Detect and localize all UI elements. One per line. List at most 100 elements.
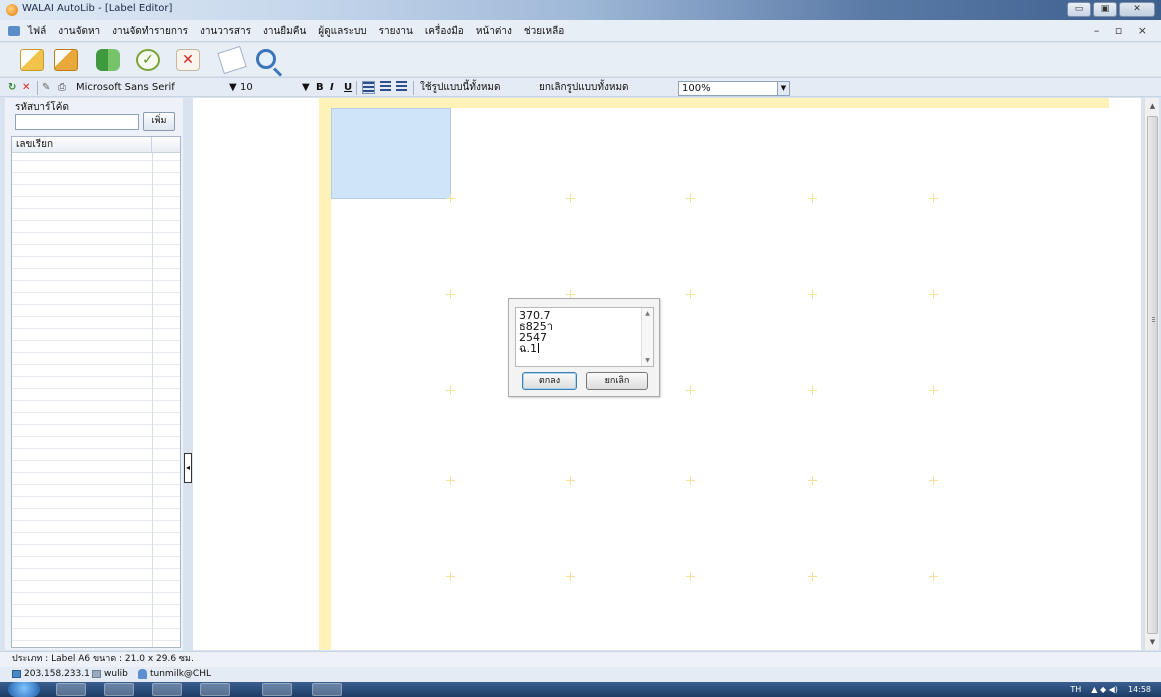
- call-number-textarea[interactable]: 370.7 ธ825า 2547 ฉ.1 ▲ ▼: [515, 307, 654, 367]
- taskbar-app-folder[interactable]: [152, 683, 182, 696]
- taskbar-app-walai[interactable]: [262, 683, 292, 696]
- call-number-line-text: ฉ.1: [519, 342, 537, 355]
- ruler-left: [319, 108, 331, 650]
- chevron-down-icon[interactable]: ▼: [777, 82, 789, 95]
- close-button[interactable]: ✕: [1119, 2, 1155, 17]
- add-button[interactable]: เพิ่ม: [143, 112, 175, 131]
- selected-label-cell[interactable]: [331, 108, 451, 199]
- grid-marker-icon: [929, 290, 938, 299]
- underline-button[interactable]: U: [344, 81, 352, 94]
- align-center-icon[interactable]: [380, 81, 391, 92]
- call-number-grid[interactable]: เลขเรียก: [11, 136, 181, 648]
- scroll-down-icon[interactable]: ▼: [1147, 636, 1158, 648]
- window-controls: ▭ ▣ ✕: [1067, 2, 1155, 17]
- tool-icon[interactable]: ✎: [42, 81, 50, 94]
- check-icon[interactable]: ✓: [136, 49, 160, 71]
- open-folder-icon[interactable]: [20, 49, 44, 71]
- left-panel: รหัสบาร์โค้ด เพิ่ม เลขเรียก: [5, 98, 183, 650]
- search-icon[interactable]: [256, 49, 276, 69]
- align-left-icon[interactable]: [362, 81, 375, 94]
- grid-marker-icon: [929, 194, 938, 203]
- app-icon: [6, 4, 18, 16]
- ruler-top: [319, 98, 1109, 108]
- cancel-button[interactable]: ยกเลิก: [586, 372, 648, 390]
- transfer-icon[interactable]: [96, 49, 120, 71]
- taskbar-app-media[interactable]: [104, 683, 134, 696]
- menu-reports[interactable]: รายงาน: [379, 24, 413, 39]
- menu-help[interactable]: ช่วยเหลือ: [524, 24, 564, 39]
- user-name: tunmilk@CHL: [150, 669, 211, 679]
- collapse-panel-handle[interactable]: ◂: [184, 453, 192, 483]
- menu-acquisition[interactable]: งานจัดหา: [58, 24, 100, 39]
- grid-marker-icon: [446, 194, 455, 203]
- cancel-style-all-button[interactable]: ยกเลิกรูปแบบทั้งหมด: [539, 81, 629, 94]
- align-right-icon[interactable]: [396, 81, 407, 92]
- grid-marker-icon: [686, 290, 695, 299]
- bold-button[interactable]: B: [316, 81, 324, 94]
- scroll-thumb[interactable]: [1147, 116, 1158, 634]
- clock[interactable]: 14:58: [1128, 683, 1151, 696]
- user-icon: [138, 669, 147, 679]
- menu-admin[interactable]: ผู้ดูแลระบบ: [318, 24, 366, 39]
- connection-status-bar: 203.158.233.1 wulib tunmilk@CHL: [0, 667, 1161, 682]
- delete-icon[interactable]: ✕: [176, 49, 200, 71]
- home-folder-icon[interactable]: [54, 49, 78, 71]
- grid-marker-icon: [808, 290, 817, 299]
- menu-file[interactable]: ไฟล์: [28, 24, 46, 39]
- mdi-controls[interactable]: – ▫ ×: [1094, 24, 1153, 37]
- start-button[interactable]: [8, 682, 40, 697]
- document-icon[interactable]: [217, 45, 247, 75]
- barcode-label: รหัสบาร์โค้ด: [15, 102, 69, 113]
- call-number-dialog: 370.7 ธ825า 2547 ฉ.1 ▲ ▼ ตกลง ยกเลิก: [508, 298, 660, 397]
- grid-marker-icon: [446, 290, 455, 299]
- scroll-up-icon[interactable]: ▲: [1147, 100, 1158, 112]
- grid-marker-icon: [808, 194, 817, 203]
- grid-marker-icon: [446, 572, 455, 581]
- taskbar-app-network[interactable]: [200, 683, 230, 696]
- scroll-down-icon[interactable]: ▼: [642, 357, 653, 364]
- textarea-scrollbar[interactable]: ▲ ▼: [641, 308, 653, 366]
- menu-bar: ไฟล์ งานจัดหา งานจัดทำรายการ งานวารสาร ง…: [0, 20, 1161, 42]
- grid-marker-icon: [808, 386, 817, 395]
- barcode-input[interactable]: [15, 114, 139, 130]
- grip-icon: [1152, 317, 1155, 323]
- ok-button[interactable]: ตกลง: [522, 372, 577, 390]
- menu-cataloging[interactable]: งานจัดทำรายการ: [112, 24, 188, 39]
- toolbar-divider: [37, 81, 38, 95]
- size-dropdown-arrow-icon[interactable]: ▼: [302, 81, 310, 94]
- grid-marker-icon: [686, 572, 695, 581]
- vertical-scrollbar[interactable]: ▲ ▼: [1144, 98, 1159, 650]
- taskbar-app-window[interactable]: [312, 683, 342, 696]
- maximize-button[interactable]: ▣: [1093, 2, 1117, 17]
- font-dropdown-arrow-icon[interactable]: ▼: [229, 81, 237, 94]
- grid-marker-icon: [566, 572, 575, 581]
- italic-button[interactable]: I: [330, 81, 334, 94]
- grid-marker-icon: [566, 194, 575, 203]
- font-size-select[interactable]: 10: [240, 81, 253, 94]
- mdi-window-icon[interactable]: [8, 26, 20, 36]
- server-ip: 203.158.233.1: [24, 669, 90, 679]
- menu-window[interactable]: หน้าต่าง: [476, 24, 512, 39]
- apply-style-all-button[interactable]: ใช้รูปแบบนี้ทั้งหมด: [420, 81, 501, 94]
- menu-circulation[interactable]: งานยืมคืน: [263, 24, 306, 39]
- language-indicator[interactable]: TH: [1070, 683, 1081, 696]
- menu-serials[interactable]: งานวารสาร: [200, 24, 251, 39]
- font-select[interactable]: Microsoft Sans Serif: [76, 81, 175, 94]
- grid-marker-icon: [686, 476, 695, 485]
- taskbar-app-explorer[interactable]: [56, 683, 86, 696]
- tray-icons[interactable]: ▲ ◆ ◀): [1091, 683, 1118, 696]
- title-bar: WALAI AutoLib - [Label Editor] ▭ ▣ ✕: [0, 0, 1161, 20]
- zoom-select[interactable]: 100% ▼: [678, 81, 790, 96]
- close-red-icon[interactable]: ✕: [22, 81, 30, 94]
- minimize-button[interactable]: ▭: [1067, 2, 1091, 17]
- print-icon[interactable]: ⎙: [58, 81, 66, 94]
- refresh-icon[interactable]: ↻: [8, 81, 16, 94]
- grid-marker-icon: [808, 572, 817, 581]
- scroll-up-icon[interactable]: ▲: [642, 310, 653, 317]
- column-header-call-number[interactable]: เลขเรียก: [12, 137, 180, 153]
- call-number-line: 2547: [519, 331, 547, 344]
- label-page[interactable]: [331, 108, 1033, 650]
- text-caret: [538, 343, 539, 353]
- menu-tools[interactable]: เครื่องมือ: [425, 24, 464, 39]
- format-toolbar: ↻ ✕ ✎ ⎙ Microsoft Sans Serif ▼ 10 ▼ B I …: [0, 77, 1161, 97]
